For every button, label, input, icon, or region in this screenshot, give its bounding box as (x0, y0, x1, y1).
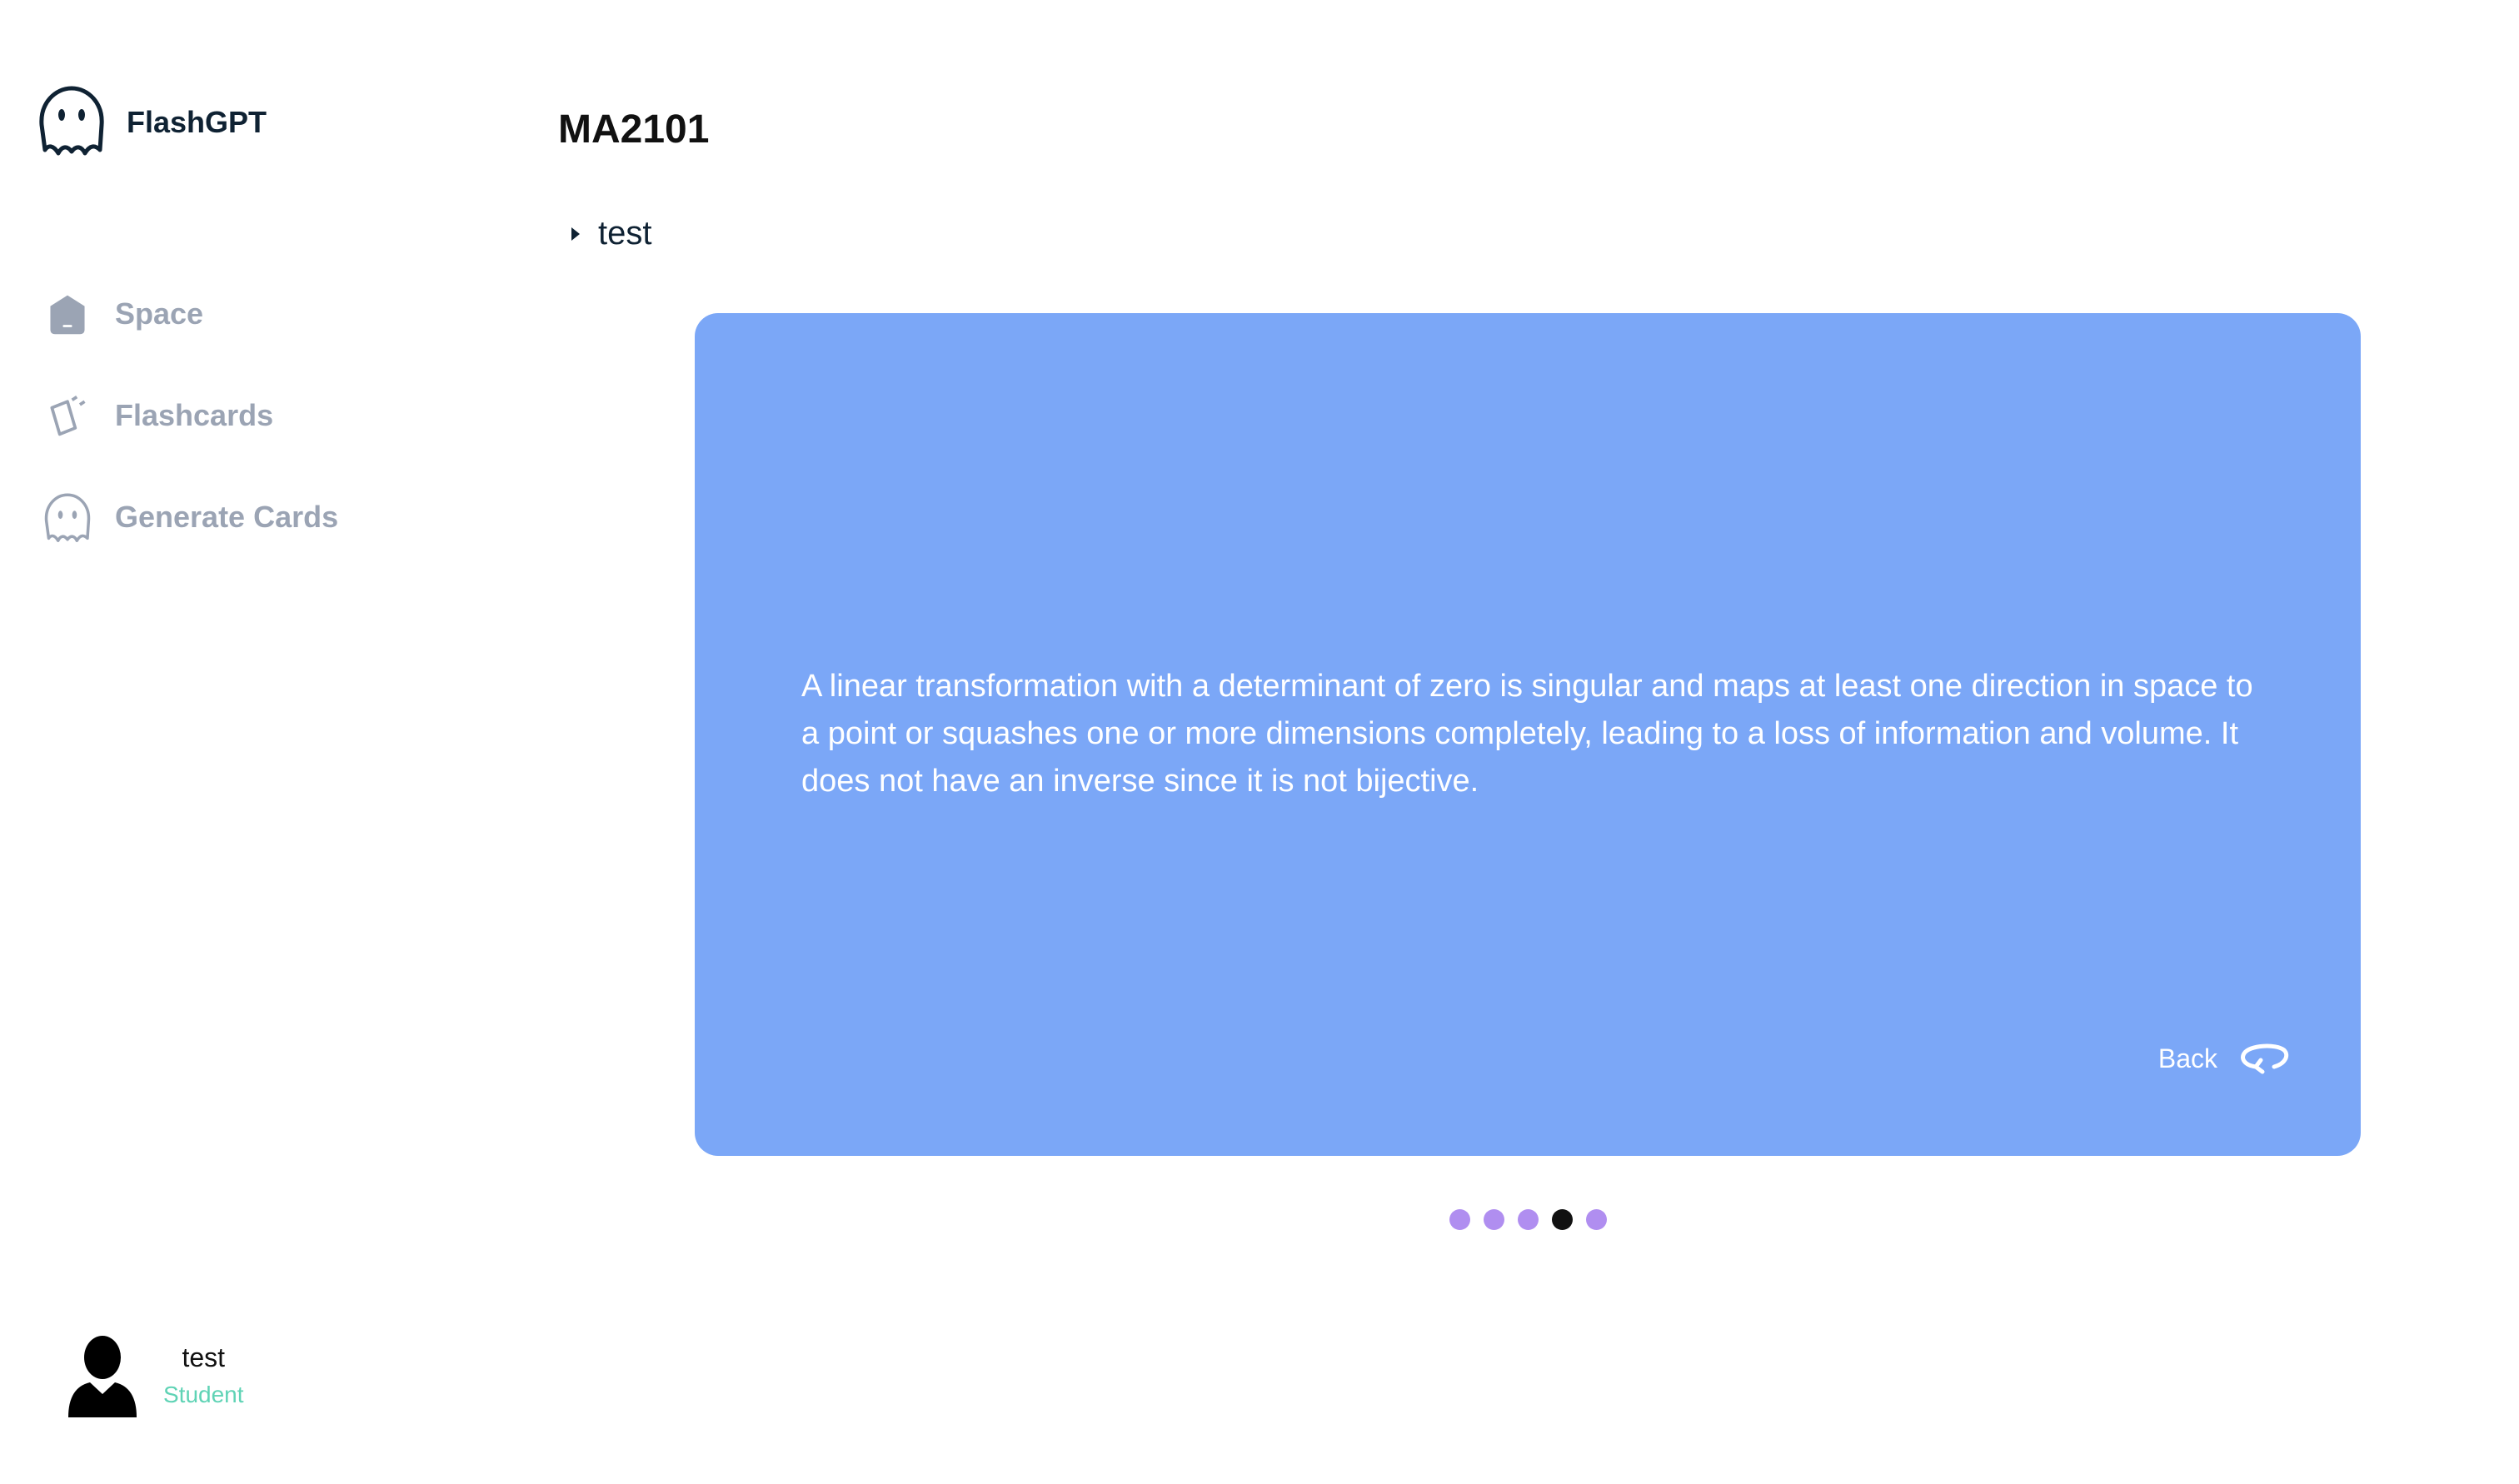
sidebar-item-generate-cards[interactable]: Generate Cards (42, 491, 338, 543)
home-icon (42, 288, 93, 340)
user-role: Student (163, 1382, 244, 1407)
sidebar-item-label: Space (115, 296, 204, 331)
sidebar-item-label: Generate Cards (115, 500, 339, 534)
carousel-pagination (1449, 1209, 1607, 1230)
flashcard-text: A linear transformation with a determina… (801, 669, 2253, 799)
deck-name: test (598, 215, 652, 251)
sidebar-item-label: Flashcards (115, 398, 274, 432)
pagination-dot[interactable] (1449, 1209, 1470, 1230)
pagination-dot[interactable] (1552, 1209, 1573, 1230)
user-info: test Student (163, 1342, 244, 1408)
pagination-dot[interactable] (1484, 1209, 1504, 1230)
ghost-logo-icon (37, 83, 107, 161)
sidebar-item-space[interactable]: Space (42, 288, 203, 340)
sidebar-item-flashcards[interactable]: Flashcards (42, 390, 273, 441)
ghost-icon (42, 491, 93, 543)
avatar-icon (65, 1327, 140, 1423)
app: FlashGPT Space Flashcards Generate Cards… (0, 0, 2519, 1484)
flip-label: Back (2157, 1043, 2217, 1073)
pagination-dot[interactable] (1518, 1209, 1539, 1230)
flashcard[interactable]: A linear transformation with a determina… (695, 313, 2361, 1156)
page-title: MA2101 (558, 107, 710, 152)
user-name: test (182, 1342, 226, 1372)
deck-toggle[interactable]: test (571, 215, 651, 252)
user-profile[interactable]: test Student (65, 1327, 244, 1423)
app-logo[interactable]: FlashGPT (37, 83, 267, 161)
caret-right-icon (571, 227, 580, 241)
cards-icon (42, 390, 93, 441)
app-name: FlashGPT (127, 104, 267, 139)
flip-icon (2237, 1038, 2291, 1079)
pagination-dot[interactable] (1586, 1209, 1607, 1230)
flip-button[interactable]: Back (2158, 1038, 2291, 1079)
